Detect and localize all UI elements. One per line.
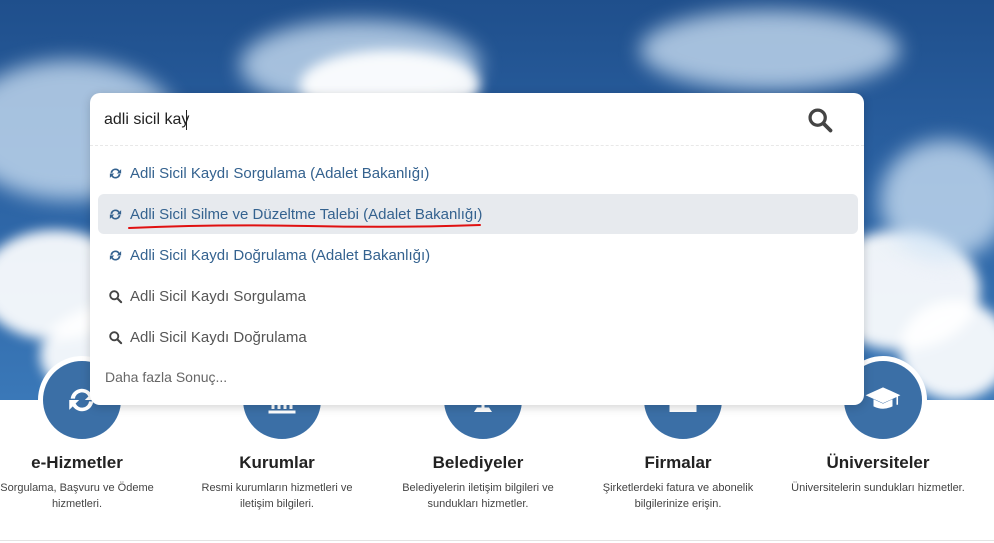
search-button[interactable] [806, 106, 834, 134]
search-bar [90, 93, 864, 146]
category-title: Üniversiteler [826, 453, 930, 472]
search-input[interactable] [104, 107, 784, 133]
more-results-link[interactable]: Daha fazla Sonuç... [105, 369, 227, 385]
category-title: e-Hizmetler [31, 453, 123, 472]
refresh-icon [109, 209, 121, 219]
category-title: Kurumlar [239, 453, 315, 472]
search-icon [108, 289, 122, 303]
suggestion-item[interactable]: Adli Sicil Kaydı Sorgulama [98, 276, 858, 316]
category-description: Sorgulama, Başvuru ve Ödeme hizmetleri. [0, 482, 154, 510]
search-icon [808, 108, 833, 133]
suggestion-item[interactable]: Adli Sicil Kaydı Doğrulama [98, 317, 858, 357]
search-panel: Adli Sicil Kaydı Sorgulama (Adalet Bakan… [90, 93, 864, 405]
category-description: Üniversitelerin sundukları hizmetler. [791, 482, 965, 494]
suggestion-item-highlighted[interactable]: Adli Sicil Silme ve Düzeltme Talebi (Ada… [98, 194, 858, 234]
category-description: Resmi kurumların hizmetleri ve iletişim … [201, 482, 353, 510]
suggestion-item[interactable]: Adli Sicil Kaydı Doğrulama (Adalet Bakan… [98, 235, 858, 275]
suggestion-label: Adli Sicil Kaydı Doğrulama (Adalet Bakan… [130, 246, 431, 264]
suggestion-label: Adli Sicil Kaydı Sorgulama (Adalet Bakan… [130, 164, 430, 182]
category-description: Belediyelerin iletişim bilgileri ve sund… [402, 482, 554, 510]
category-title: Belediyeler [432, 453, 524, 472]
suggestion-label: Adli Sicil Kaydı Sorgulama [130, 287, 306, 305]
category-section: e-Hizmetler Sorgulama, Başvuru ve Ödeme … [0, 356, 994, 543]
graduation-cap-icon [865, 387, 901, 409]
text-caret [186, 110, 187, 130]
refresh-icon [109, 168, 121, 178]
section-divider [0, 540, 994, 541]
category-title: Firmalar [644, 453, 712, 472]
suggestion-item[interactable]: Adli Sicil Kaydı Sorgulama (Adalet Bakan… [98, 153, 858, 193]
suggestion-label: Adli Sicil Kaydı Doğrulama [130, 328, 307, 346]
category-description: Şirketlerdeki fatura ve abonelik bilgile… [602, 482, 754, 510]
suggestion-label: Adli Sicil Silme ve Düzeltme Talebi (Ada… [130, 205, 483, 223]
refresh-icon [109, 250, 121, 260]
search-icon [108, 330, 122, 344]
